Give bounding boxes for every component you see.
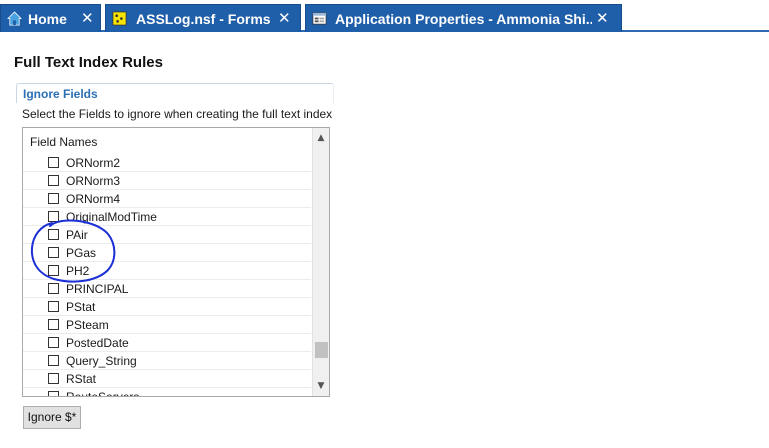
tab-home[interactable]: Home ✕ xyxy=(0,4,101,32)
field-row[interactable]: RouteServers xyxy=(23,388,311,396)
instruction-text: Select the Fields to ignore when creatin… xyxy=(22,107,333,121)
close-icon[interactable]: ✕ xyxy=(596,10,609,26)
field-name-label: PostedDate xyxy=(66,336,129,350)
field-name-label: Query_String xyxy=(66,354,137,368)
field-rows: ORNorm2 ORNorm3 ORNorm4 OriginalModTime PAir… xyxy=(23,154,311,396)
close-icon[interactable]: ✕ xyxy=(278,10,291,26)
field-name-label: PAir xyxy=(66,228,88,242)
field-checkbox[interactable] xyxy=(48,319,59,330)
field-row[interactable]: PostedDate xyxy=(23,334,311,352)
field-row[interactable]: ORNorm3 xyxy=(23,172,311,190)
list-column-header: Field Names xyxy=(30,135,98,149)
tab-asslog-forms[interactable]: ASSLog.nsf - Forms ✕ xyxy=(105,4,301,32)
field-row[interactable]: PRINCIPAL xyxy=(23,280,311,298)
field-checkbox[interactable] xyxy=(48,193,59,204)
field-name-label: PGas xyxy=(66,246,97,260)
field-row[interactable]: PH2 xyxy=(23,262,311,280)
field-name-label: PStat xyxy=(66,300,96,314)
field-row[interactable]: ORNorm2 xyxy=(23,154,311,172)
field-row[interactable]: ORNorm4 xyxy=(23,190,311,208)
field-checkbox[interactable] xyxy=(48,337,59,348)
field-row[interactable]: PSteam xyxy=(23,316,311,334)
field-row[interactable]: OriginalModTime xyxy=(23,208,311,226)
field-checkbox[interactable] xyxy=(48,373,59,384)
ignore-dollar-button[interactable]: Ignore $* xyxy=(23,406,81,429)
field-row[interactable]: PStat xyxy=(23,298,311,316)
field-checkbox[interactable] xyxy=(48,157,59,168)
field-checkbox[interactable] xyxy=(48,211,59,222)
field-checkbox[interactable] xyxy=(48,175,59,186)
field-row[interactable]: Query_String xyxy=(23,352,311,370)
field-name-label: ORNorm2 xyxy=(66,156,121,170)
field-checkbox[interactable] xyxy=(48,355,59,366)
section-header: Ignore Fields xyxy=(23,87,98,101)
database-icon xyxy=(112,11,127,26)
field-checkbox[interactable] xyxy=(48,265,59,276)
field-name-label: OriginalModTime xyxy=(66,210,157,224)
page-title: Full Text Index Rules xyxy=(14,54,163,71)
tab-asslog-forms-label: ASSLog.nsf - Forms xyxy=(136,11,271,27)
tab-application-properties-label: Application Properties - Ammonia Shi... xyxy=(335,11,592,27)
field-name-label: RStat xyxy=(66,372,97,386)
field-checkbox[interactable] xyxy=(48,247,59,258)
field-name-label: RouteServers xyxy=(66,390,139,396)
field-checkbox[interactable] xyxy=(48,283,59,294)
field-names-list[interactable]: Field Names ORNorm2 ORNorm3 ORNorm4 Origina… xyxy=(22,127,330,397)
field-name-label: ORNorm3 xyxy=(66,174,121,188)
ignore-fields-section: Ignore Fields xyxy=(16,83,334,103)
close-icon[interactable]: ✕ xyxy=(81,10,94,26)
field-name-label: PSteam xyxy=(66,318,109,332)
scroll-up-icon[interactable]: ▲ xyxy=(313,130,329,146)
tab-application-properties[interactable]: Application Properties - Ammonia Shi... … xyxy=(305,4,622,32)
tab-home-label: Home xyxy=(28,11,67,27)
field-row[interactable]: RStat xyxy=(23,370,311,388)
vertical-scrollbar[interactable]: ▲ ▼ xyxy=(312,128,329,396)
field-checkbox[interactable] xyxy=(48,391,59,396)
field-name-label: PRINCIPAL xyxy=(66,282,129,296)
scroll-thumb[interactable] xyxy=(315,342,328,358)
field-row[interactable]: PGas xyxy=(23,244,311,262)
field-name-label: PH2 xyxy=(66,264,90,278)
tab-bar: Home ✕ ASSLog.nsf - Forms ✕ Application … xyxy=(0,0,769,32)
field-checkbox[interactable] xyxy=(48,301,59,312)
field-checkbox[interactable] xyxy=(48,229,59,240)
field-name-label: ORNorm4 xyxy=(66,192,121,206)
properties-icon xyxy=(312,12,327,25)
scroll-down-icon[interactable]: ▼ xyxy=(313,378,329,394)
home-icon xyxy=(7,11,22,26)
field-row[interactable]: PAir xyxy=(23,226,311,244)
